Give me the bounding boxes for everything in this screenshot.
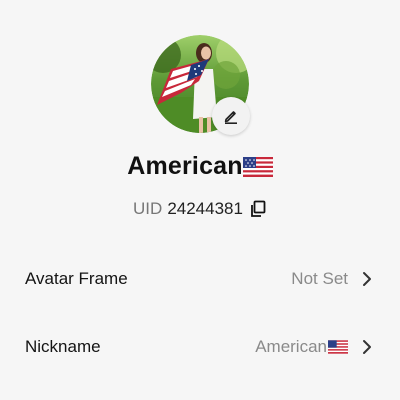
copy-icon[interactable] — [249, 200, 267, 218]
avatar-container — [151, 35, 250, 135]
chevron-right-icon — [363, 340, 371, 354]
us-flag-icon — [328, 340, 348, 354]
setting-label: Avatar Frame — [25, 269, 128, 288]
nickname-value: American — [255, 337, 327, 356]
setting-value-nickname: American — [255, 337, 348, 357]
uid-label: UID — [133, 199, 163, 218]
us-flag-icon — [242, 157, 273, 178]
setting-row-nickname[interactable]: Nickname American — [0, 322, 400, 372]
uid-value: 24244381 — [167, 199, 243, 218]
chevron-right-icon — [363, 272, 371, 286]
edit-avatar-button[interactable] — [212, 97, 250, 135]
profile-name: American — [127, 152, 243, 180]
pencil-icon — [224, 111, 237, 125]
uid-row: UID 24244381 — [0, 199, 400, 219]
profile-name-row: American — [0, 152, 400, 181]
setting-row-avatar-frame[interactable]: Avatar Frame Not Set — [0, 254, 400, 304]
setting-label: Nickname — [25, 337, 101, 356]
setting-value: Not Set — [291, 269, 348, 288]
